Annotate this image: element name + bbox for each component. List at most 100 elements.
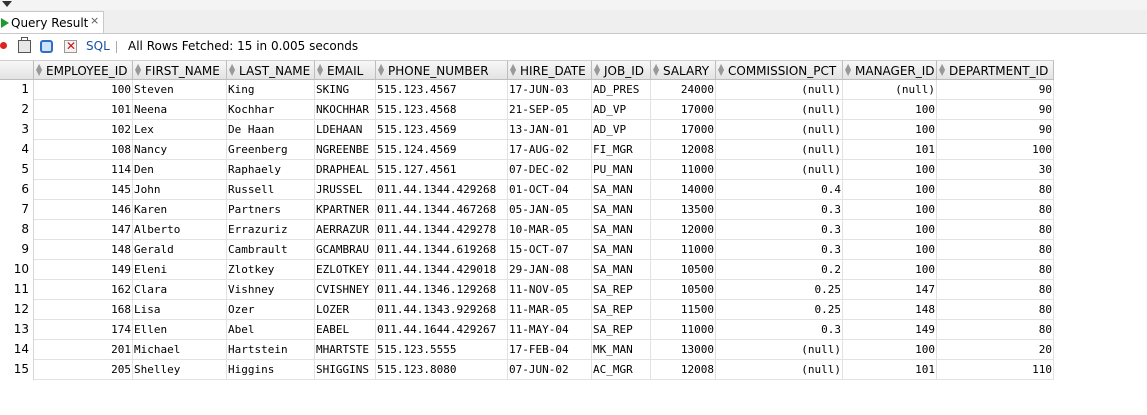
cell-salary[interactable]: 11000 bbox=[651, 320, 716, 340]
cell-email[interactable]: JRUSSEL bbox=[315, 180, 376, 200]
table-row[interactable]: 7 146 Karen Partners KPARTNER 011.44.1344.467… bbox=[0, 200, 1054, 220]
cell-employee-id[interactable]: 168 bbox=[34, 300, 133, 320]
column-header-last-name[interactable]: ▲ ▼ LAST_NAME bbox=[227, 60, 315, 80]
cell-phone-number[interactable]: 011.44.1344.429018 bbox=[376, 260, 508, 280]
cell-first-name[interactable]: Gerald bbox=[133, 240, 227, 260]
cell-job-id[interactable]: AD_VP bbox=[592, 100, 651, 120]
cell-phone-number[interactable]: 515.123.5555 bbox=[376, 340, 508, 360]
column-header-commission-pct[interactable]: ▲ ▼ COMMISSION_PCT bbox=[716, 60, 843, 80]
cell-hire-date[interactable]: 07-DEC-02 bbox=[508, 160, 592, 180]
sort-icon[interactable]: ▲ ▼ bbox=[845, 63, 851, 77]
cell-first-name[interactable]: Steven bbox=[133, 80, 227, 100]
cell-department-id[interactable]: 110 bbox=[937, 360, 1054, 380]
cell-email[interactable]: EZLOTKEY bbox=[315, 260, 376, 280]
cell-phone-number[interactable]: 515.123.8080 bbox=[376, 360, 508, 380]
cell-manager-id[interactable]: 100 bbox=[843, 200, 937, 220]
cell-email[interactable]: DRAPHEAL bbox=[315, 160, 376, 180]
row-number[interactable]: 4 bbox=[0, 140, 34, 160]
cell-hire-date[interactable]: 17-FEB-04 bbox=[508, 340, 592, 360]
cell-employee-id[interactable]: 114 bbox=[34, 160, 133, 180]
cell-manager-id[interactable]: 100 bbox=[843, 240, 937, 260]
cell-department-id[interactable]: 30 bbox=[937, 160, 1054, 180]
cell-first-name[interactable]: Ellen bbox=[133, 320, 227, 340]
cell-employee-id[interactable]: 108 bbox=[34, 140, 133, 160]
cell-phone-number[interactable]: 515.127.4561 bbox=[376, 160, 508, 180]
cell-last-name[interactable]: Russell bbox=[227, 180, 315, 200]
row-number[interactable]: 13 bbox=[0, 320, 34, 340]
cell-commission-pct[interactable]: (null) bbox=[716, 340, 843, 360]
cell-department-id[interactable]: 80 bbox=[937, 260, 1054, 280]
cell-employee-id[interactable]: 174 bbox=[34, 320, 133, 340]
cell-department-id[interactable]: 80 bbox=[937, 280, 1054, 300]
cell-department-id[interactable]: 20 bbox=[937, 340, 1054, 360]
column-header-department-id[interactable]: ▲ ▼ DEPARTMENT_ID bbox=[937, 60, 1054, 80]
row-number[interactable]: 10 bbox=[0, 260, 34, 280]
sort-icon[interactable]: ▲ ▼ bbox=[594, 63, 600, 77]
cell-email[interactable]: AERRAZUR bbox=[315, 220, 376, 240]
cell-employee-id[interactable]: 205 bbox=[34, 360, 133, 380]
cell-commission-pct[interactable]: 0.4 bbox=[716, 180, 843, 200]
cell-employee-id[interactable]: 147 bbox=[34, 220, 133, 240]
cell-employee-id[interactable]: 101 bbox=[34, 100, 133, 120]
table-row[interactable]: 13 174 Ellen Abel EABEL 011.44.1644.429267 11-… bbox=[0, 320, 1054, 340]
cell-employee-id[interactable]: 201 bbox=[34, 340, 133, 360]
cell-department-id[interactable]: 80 bbox=[937, 240, 1054, 260]
cell-phone-number[interactable]: 011.44.1344.467268 bbox=[376, 200, 508, 220]
cell-last-name[interactable]: Zlotkey bbox=[227, 260, 315, 280]
cell-manager-id[interactable]: 100 bbox=[843, 160, 937, 180]
cell-hire-date[interactable]: 17-AUG-02 bbox=[508, 140, 592, 160]
cell-email[interactable]: CVISHNEY bbox=[315, 280, 376, 300]
cell-commission-pct[interactable]: 0.3 bbox=[716, 320, 843, 340]
cell-commission-pct[interactable]: 0.3 bbox=[716, 200, 843, 220]
cell-phone-number[interactable]: 011.44.1346.129268 bbox=[376, 280, 508, 300]
cell-job-id[interactable]: AD_VP bbox=[592, 120, 651, 140]
cell-salary[interactable]: 13000 bbox=[651, 340, 716, 360]
cell-job-id[interactable]: SA_REP bbox=[592, 320, 651, 340]
cell-employee-id[interactable]: 148 bbox=[34, 240, 133, 260]
table-row[interactable]: 8 147 Alberto Errazuriz AERRAZUR 011.44.1344.… bbox=[0, 220, 1054, 240]
cell-first-name[interactable]: Michael bbox=[133, 340, 227, 360]
row-number[interactable]: 6 bbox=[0, 180, 34, 200]
close-icon[interactable]: × bbox=[90, 14, 99, 27]
cell-commission-pct[interactable]: 0.2 bbox=[716, 260, 843, 280]
cell-job-id[interactable]: SA_MAN bbox=[592, 180, 651, 200]
cell-job-id[interactable]: SA_REP bbox=[592, 300, 651, 320]
row-number[interactable]: 3 bbox=[0, 120, 34, 140]
cell-commission-pct[interactable]: (null) bbox=[716, 120, 843, 140]
row-number[interactable]: 12 bbox=[0, 300, 34, 320]
cell-department-id[interactable]: 80 bbox=[937, 320, 1054, 340]
cell-manager-id[interactable]: 149 bbox=[843, 320, 937, 340]
cell-last-name[interactable]: Kochhar bbox=[227, 100, 315, 120]
cell-first-name[interactable]: Karen bbox=[133, 200, 227, 220]
cell-manager-id[interactable]: 100 bbox=[843, 100, 937, 120]
cell-first-name[interactable]: Lisa bbox=[133, 300, 227, 320]
cell-manager-id[interactable]: 147 bbox=[843, 280, 937, 300]
row-number[interactable]: 8 bbox=[0, 220, 34, 240]
cell-phone-number[interactable]: 515.123.4568 bbox=[376, 100, 508, 120]
cell-last-name[interactable]: Ozer bbox=[227, 300, 315, 320]
cell-manager-id[interactable]: 100 bbox=[843, 120, 937, 140]
column-header-hire-date[interactable]: ▲ ▼ HIRE_DATE bbox=[508, 60, 592, 80]
cell-job-id[interactable]: SA_REP bbox=[592, 280, 651, 300]
row-number[interactable]: 2 bbox=[0, 100, 34, 120]
table-row[interactable]: 12 168 Lisa Ozer LOZER 011.44.1343.929268 11-M… bbox=[0, 300, 1054, 320]
cell-phone-number[interactable]: 011.44.1644.429267 bbox=[376, 320, 508, 340]
cell-job-id[interactable]: AD_PRES bbox=[592, 80, 651, 100]
cell-manager-id[interactable]: (null) bbox=[843, 80, 937, 100]
cell-job-id[interactable]: SA_MAN bbox=[592, 220, 651, 240]
cancel-query-icon[interactable] bbox=[64, 39, 77, 53]
sort-icon[interactable]: ▲ ▼ bbox=[317, 63, 323, 77]
collapse-triangle-icon[interactable] bbox=[2, 1, 12, 7]
print-icon[interactable] bbox=[18, 37, 31, 53]
row-number[interactable]: 1 bbox=[0, 80, 34, 100]
cell-salary[interactable]: 12008 bbox=[651, 140, 716, 160]
sort-icon[interactable]: ▲ ▼ bbox=[378, 63, 384, 77]
cell-hire-date[interactable]: 15-OCT-07 bbox=[508, 240, 592, 260]
cell-department-id[interactable]: 80 bbox=[937, 200, 1054, 220]
sort-icon[interactable]: ▲ ▼ bbox=[229, 63, 235, 77]
cell-commission-pct[interactable]: (null) bbox=[716, 360, 843, 380]
cell-last-name[interactable]: Cambrault bbox=[227, 240, 315, 260]
cell-employee-id[interactable]: 145 bbox=[34, 180, 133, 200]
cell-first-name[interactable]: Den bbox=[133, 160, 227, 180]
cell-first-name[interactable]: Neena bbox=[133, 100, 227, 120]
